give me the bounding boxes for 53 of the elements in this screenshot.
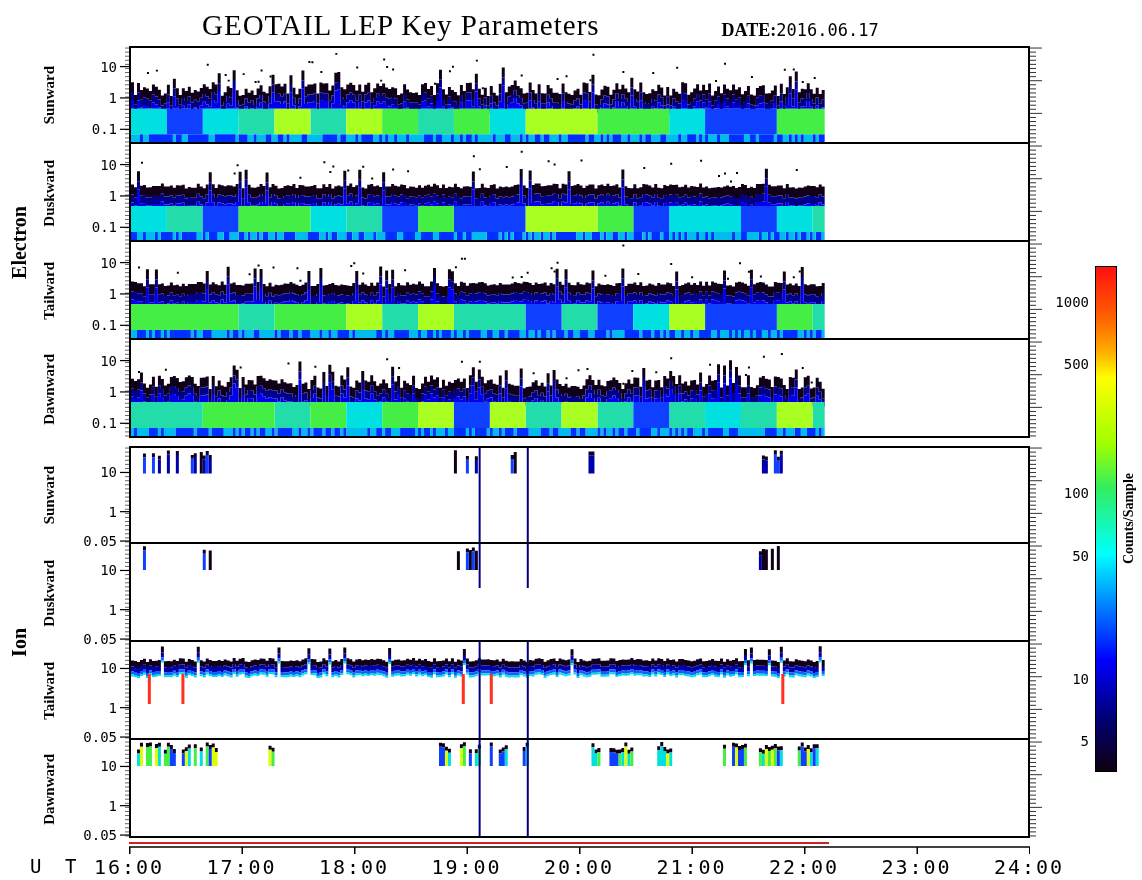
y-tick-label: 1 bbox=[108, 286, 117, 301]
colorbar-tick-label: 10 bbox=[1072, 671, 1089, 686]
panel-label: Tailward bbox=[40, 662, 58, 720]
y-tick-label: 10 bbox=[100, 465, 117, 480]
y-tick-label: 0.05 bbox=[83, 534, 117, 549]
y-tick-label: 0.1 bbox=[91, 416, 117, 431]
y-tick-label: 0.05 bbox=[83, 632, 117, 647]
x-tick-label: 21:00 bbox=[656, 855, 727, 879]
x-tick-label: 20:00 bbox=[543, 855, 615, 879]
panel-label: Dawnward bbox=[40, 753, 58, 825]
x-tick-label: 22:00 bbox=[768, 855, 840, 879]
colorbar-tick-label: 50 bbox=[1072, 549, 1089, 564]
y-tick-label: 0.1 bbox=[91, 122, 117, 137]
group-label: Ion bbox=[7, 627, 31, 657]
y-tick-label: 10 bbox=[100, 255, 117, 270]
y-tick-label: 1 bbox=[108, 384, 117, 399]
chart-title: GEOTAIL LEP Key Parameters bbox=[202, 11, 600, 43]
x-tick-label: 18:00 bbox=[318, 855, 390, 879]
y-tick-label: 0.05 bbox=[83, 730, 117, 745]
y-tick-label: 1 bbox=[108, 90, 117, 105]
x-tick-label: 24:00 bbox=[993, 855, 1065, 879]
x-tick-label: 17:00 bbox=[206, 855, 277, 879]
y-tick-label: 10 bbox=[100, 759, 117, 774]
colorbar-tick-label: 500 bbox=[1063, 357, 1089, 372]
x-tick-label: 16:00 bbox=[93, 855, 165, 879]
colorbar-tick-label: 100 bbox=[1063, 485, 1089, 500]
y-tick-label: 10 bbox=[100, 59, 117, 74]
y-tick-label: 10 bbox=[100, 353, 117, 368]
y-tick-label: 1 bbox=[108, 188, 117, 203]
panel-label: Dawnward bbox=[40, 353, 58, 425]
group-label: Electron bbox=[7, 205, 31, 279]
y-tick-label: 1 bbox=[108, 798, 117, 813]
y-tick-label: 1 bbox=[108, 602, 117, 617]
y-tick-label: 10 bbox=[100, 661, 117, 676]
date-label: DATE:2016.06.17 bbox=[721, 20, 879, 42]
x-tick-label: 19:00 bbox=[431, 855, 502, 879]
panel-label: Duskward bbox=[40, 159, 58, 227]
y-tick-label: 0.05 bbox=[83, 828, 117, 843]
y-tick-label: 0.1 bbox=[91, 318, 117, 333]
panel-label: Duskward bbox=[40, 559, 58, 627]
colorbar-label: Counts/Sample bbox=[1121, 473, 1137, 565]
y-tick-label: 0.1 bbox=[91, 220, 117, 235]
x-axis-label: U T bbox=[29, 854, 84, 878]
panel-label: Sunward bbox=[40, 65, 58, 125]
x-tick-label: 23:00 bbox=[881, 855, 952, 879]
panel-label: Sunward bbox=[40, 465, 58, 525]
colorbar-tick-label: 1000 bbox=[1055, 294, 1089, 309]
colorbar-tick-label: 5 bbox=[1080, 734, 1089, 749]
panel-label: Tailward bbox=[40, 262, 58, 320]
y-tick-label: 1 bbox=[108, 504, 117, 519]
y-tick-label: 10 bbox=[100, 563, 117, 578]
y-tick-label: 1 bbox=[108, 700, 117, 715]
y-tick-label: 10 bbox=[100, 157, 117, 172]
